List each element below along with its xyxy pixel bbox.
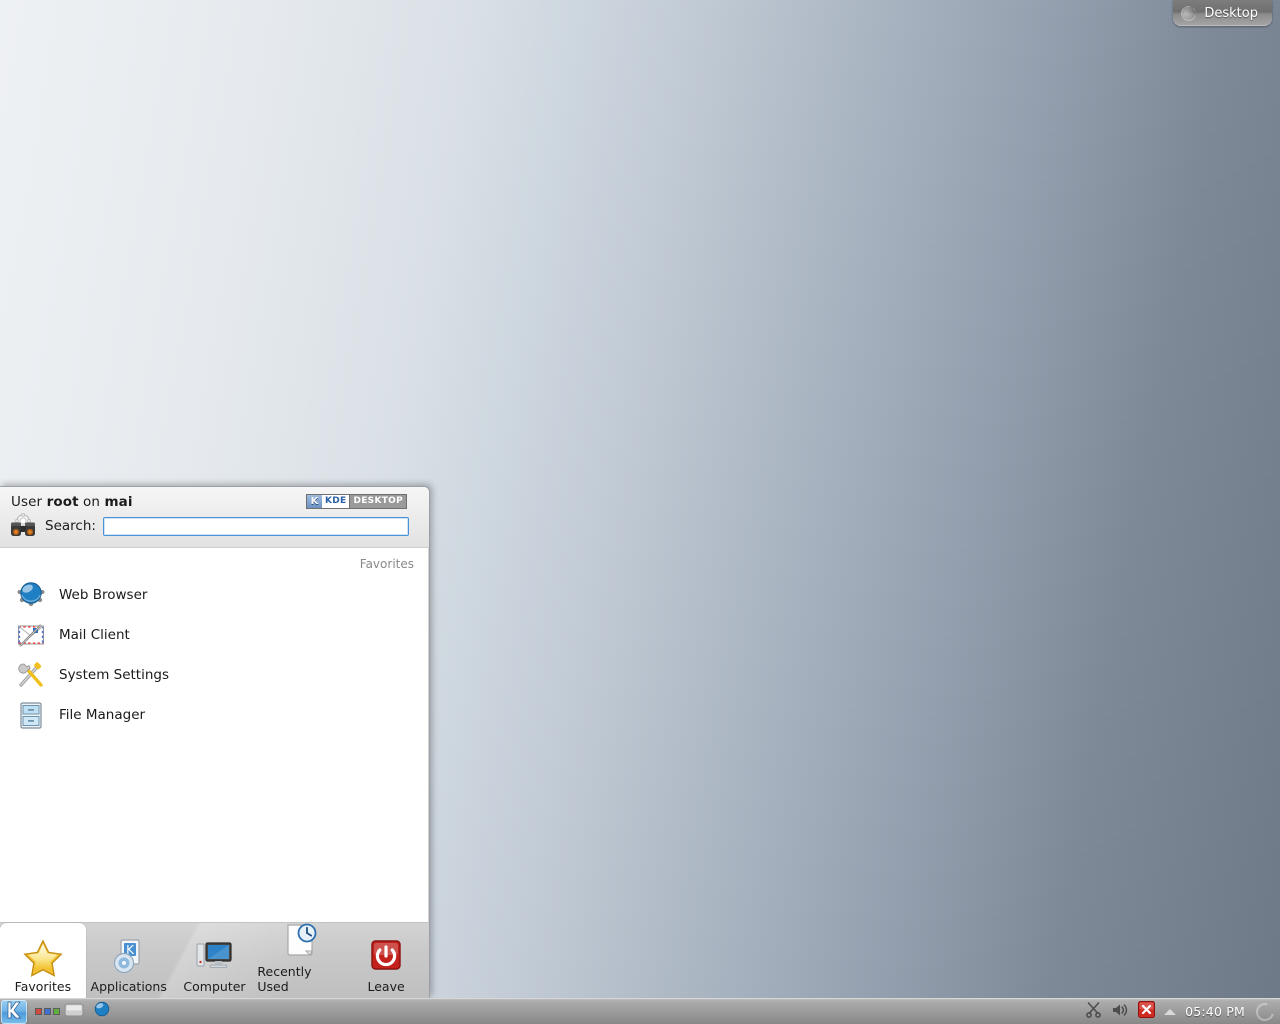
quicklaunch-terminal[interactable] xyxy=(60,1000,88,1024)
list-item-system-settings[interactable]: System Settings xyxy=(0,655,428,695)
recent-document-icon xyxy=(280,922,320,962)
list-item-label: File Manager xyxy=(59,707,145,723)
list-item-label: Web Browser xyxy=(59,587,147,603)
list-item-web-browser[interactable]: Web Browser xyxy=(0,575,428,615)
system-tray: 05:40 PM xyxy=(1085,1001,1280,1022)
kickoff-application-launcher[interactable]: User root on mai K KDE DESKTOP xyxy=(0,486,430,998)
computer-icon xyxy=(194,937,234,977)
badge-desktop-text: DESKTOP xyxy=(349,495,406,508)
host-name: mai xyxy=(104,494,132,510)
quicklaunch-web-browser[interactable] xyxy=(88,1000,116,1024)
kde-desktop-badge: K KDE DESKTOP xyxy=(306,494,407,509)
kde-k-icon xyxy=(4,1000,24,1024)
list-item-label: Mail Client xyxy=(59,627,130,643)
search-row: Search: xyxy=(8,513,409,539)
tab-applications[interactable]: K Applications xyxy=(86,923,172,998)
desktop-panel: 05:40 PM xyxy=(0,998,1280,1024)
kde-application-launcher-button[interactable] xyxy=(1,1000,27,1024)
user-info-label: User root on mai xyxy=(11,494,133,510)
kickoff-tab-bar: Favorites K Applications xyxy=(0,922,429,998)
tab-label: Recently Used xyxy=(257,964,343,994)
close-red-x-icon[interactable] xyxy=(1138,1001,1155,1022)
file-manager-icon xyxy=(16,700,46,730)
pager-cell[interactable] xyxy=(35,1008,42,1015)
desktop-toolbox-button[interactable]: Desktop xyxy=(1173,0,1272,26)
tab-label: Leave xyxy=(367,979,404,994)
user-name: root xyxy=(47,494,79,510)
triangle-up-icon[interactable] xyxy=(1164,1009,1176,1015)
user-on: on xyxy=(79,494,105,510)
cashew-icon[interactable] xyxy=(1253,999,1278,1024)
tab-label: Applications xyxy=(91,979,167,994)
pager-cell[interactable] xyxy=(44,1008,51,1015)
binoculars-icon xyxy=(8,513,38,539)
desktop-toolbox-label: Desktop xyxy=(1204,6,1258,21)
panel-clock[interactable]: 05:40 PM xyxy=(1185,1004,1245,1019)
kickoff-content-area: Favorites Web Browser xyxy=(0,548,429,922)
pager-icon[interactable] xyxy=(35,1008,60,1015)
cashew-icon xyxy=(1179,3,1199,23)
user-prefix: User xyxy=(11,494,47,510)
tab-leave[interactable]: Leave xyxy=(343,923,429,998)
web-browser-icon xyxy=(92,1000,112,1024)
search-input[interactable] xyxy=(103,517,409,536)
kde-k-icon: K xyxy=(307,495,322,508)
system-settings-icon xyxy=(16,660,46,690)
list-item-mail-client[interactable]: Mail Client xyxy=(0,615,428,655)
list-section-header: Favorites xyxy=(0,548,428,575)
power-icon xyxy=(366,937,406,977)
klipper-scissors-icon[interactable] xyxy=(1085,1001,1102,1022)
kickoff-header: User root on mai K KDE DESKTOP xyxy=(0,487,429,548)
star-icon xyxy=(23,937,63,977)
list-item-label: System Settings xyxy=(59,667,169,683)
tab-recently-used[interactable]: Recently Used xyxy=(257,923,343,998)
terminal-icon xyxy=(63,1001,85,1023)
applications-icon: K xyxy=(109,937,149,977)
tab-label: Favorites xyxy=(15,979,71,994)
badge-kde-text: KDE xyxy=(322,495,350,508)
tab-label: Computer xyxy=(183,979,245,994)
list-item-file-manager[interactable]: File Manager xyxy=(0,695,428,735)
volume-icon[interactable] xyxy=(1111,1002,1129,1022)
pager-cell[interactable] xyxy=(53,1008,60,1015)
search-label: Search: xyxy=(45,518,96,534)
web-browser-icon xyxy=(16,580,46,610)
mail-client-icon xyxy=(16,620,46,650)
tab-computer[interactable]: Computer xyxy=(172,923,258,998)
tab-favorites[interactable]: Favorites xyxy=(0,923,86,998)
